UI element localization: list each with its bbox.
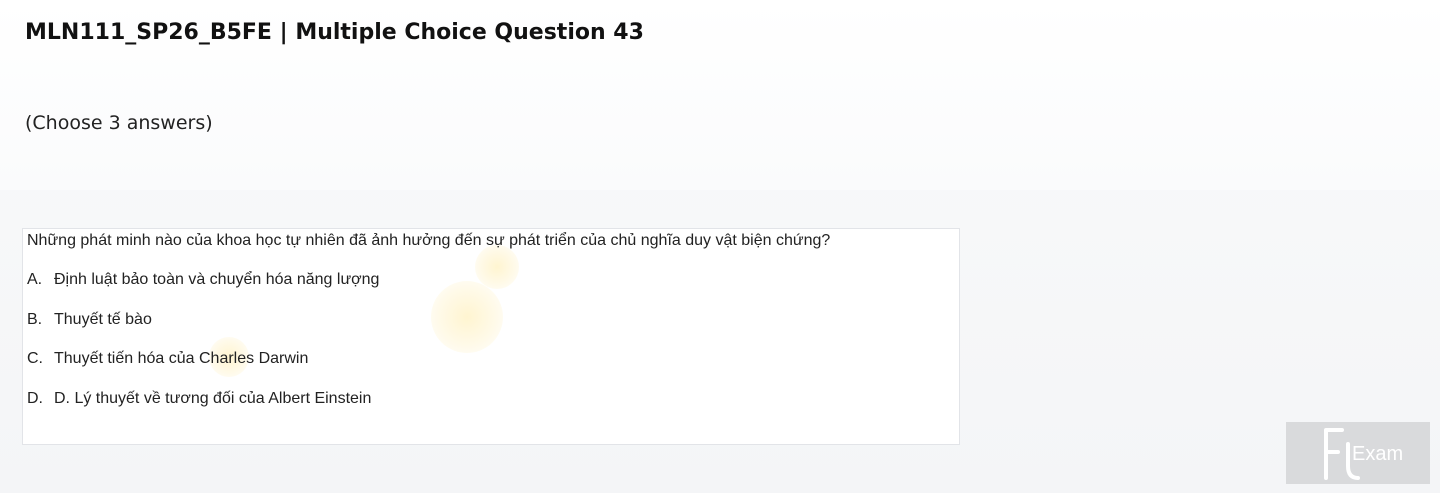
option-letter: B. (27, 311, 43, 328)
option-letter: A. (27, 271, 43, 288)
option-d[interactable]: D. D. Lý thuyết về tương đối của Albert E… (27, 390, 371, 408)
option-letter: C. (27, 350, 43, 367)
option-text: Định luật bảo toàn và chuyển hóa năng lư… (54, 271, 380, 288)
option-letter: D. (27, 390, 43, 407)
watermark-dot (431, 281, 503, 353)
question-text: Những phát minh nào của khoa học tự nhiê… (27, 232, 831, 249)
option-text: Thuyết tế bào (54, 311, 152, 328)
question-box: Những phát minh nào của khoa học tự nhiê… (22, 228, 960, 445)
page-title: MLN111_SP26_B5FE | Multiple Choice Quest… (25, 20, 644, 45)
watermark-dot (475, 245, 519, 289)
option-a[interactable]: A. Định luật bảo toàn và chuyển hóa năng … (27, 271, 379, 289)
fu-exam-logo: Exam (1286, 422, 1430, 484)
logo-text: Exam (1352, 443, 1403, 465)
option-text: D. Lý thuyết về tương đối của Albert Ein… (54, 390, 372, 407)
fu-logo-icon: Exam (1324, 428, 1403, 480)
answer-instruction: (Choose 3 answers) (25, 112, 213, 134)
option-b[interactable]: B. Thuyết tế bào (27, 311, 152, 329)
option-text: Thuyết tiến hóa của Charles Darwin (54, 350, 309, 367)
option-c[interactable]: C. Thuyết tiến hóa của Charles Darwin (27, 350, 308, 368)
